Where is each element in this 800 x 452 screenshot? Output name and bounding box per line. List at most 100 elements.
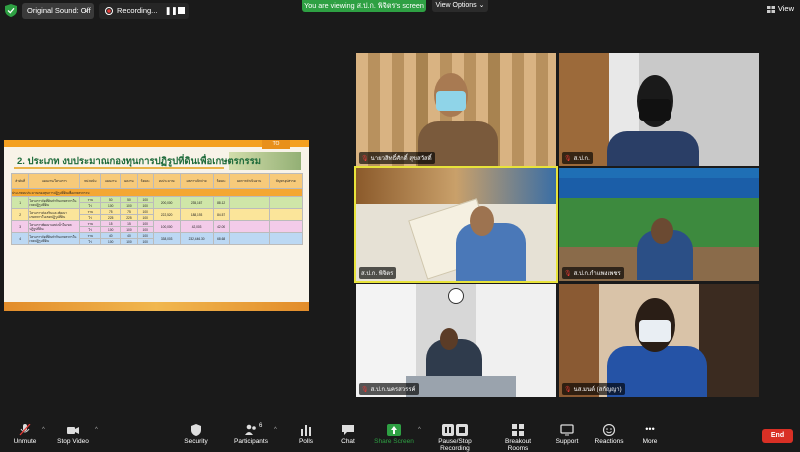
table-cell: 338,003 [152, 232, 181, 245]
table-header-row: ลำดับที่ แผนงาน/โครงการ หน่วยนับ แผนงาน … [10, 173, 304, 189]
table-cell [268, 196, 304, 209]
participants-label: Participants [234, 438, 268, 445]
support-label: Support [555, 438, 579, 445]
chevron-up-icon[interactable]: ^ [95, 427, 98, 433]
reactions-button[interactable]: Reactions [594, 424, 624, 445]
unmute-button[interactable]: Unmute ^ [10, 424, 45, 445]
face-mask [639, 320, 671, 342]
table-cell: ไร่ [79, 238, 102, 245]
table-cell [268, 220, 304, 233]
chat-button[interactable]: Chat [338, 424, 358, 445]
video-tile[interactable]: 🎙 นส.มนต์ (สกัญญา) [559, 284, 759, 397]
view-button[interactable]: View [766, 4, 794, 13]
security-button[interactable]: Security [182, 424, 210, 445]
table-header-cell: แผนงาน/โครงการ [28, 173, 81, 189]
pause-stop-icon [442, 424, 468, 436]
participant-name: 🎙 ส.ป.ก.กำแพงเพชร [562, 267, 624, 279]
chevron-up-icon[interactable]: ^ [42, 427, 45, 433]
table-header-cell: ร้อยละ [212, 173, 230, 189]
polls-label: Polls [298, 438, 314, 445]
table-cell: โครงการพัฒนาแหล่งน้ำในเขตปฏิรูปที่ดิน [28, 220, 81, 233]
table-row: 4 โครงการจัดที่ดินทำกินเกษตรกรในเขตปฏิรูป… [10, 232, 304, 245]
recording-label: Recording... [117, 6, 158, 15]
stop-video-label: Stop Video [57, 438, 89, 445]
recording-indicator: Recording... ❚❚ [99, 3, 189, 19]
slide-divider [14, 167, 224, 169]
table-header-cell: ผลการเบิกจ่าย [179, 173, 214, 189]
table-cell: 188,193 [179, 208, 214, 221]
participant-name: 🎙 นส.มนต์ (สกัญญา) [562, 383, 625, 395]
table-section-label: ประเภทงบประมาณกองทุนการปฏิรูปที่ดินเพื่อ… [11, 188, 303, 197]
table-header-cell: หน่วยนับ [79, 173, 102, 189]
chevron-up-icon[interactable]: ^ [418, 427, 421, 433]
participant-body [607, 131, 699, 166]
table-header-cell: ร้อยละ [136, 173, 154, 189]
shared-screen[interactable]: TO 2. ประเภท งบประมาณกองทุนการปฏิรูปที่ด… [4, 140, 309, 311]
table-row: 2 โครงการส่งเสริมและพัฒนาเกษตรกรในเขตปฏิร… [10, 208, 304, 221]
video-tile[interactable]: 🎙 นายวสิทธิ์ศักดิ์ สุขสวัสดิ์ [356, 53, 556, 166]
grid-view-icon [766, 5, 775, 13]
chat-icon [342, 425, 354, 435]
muted-mic-icon: 🎙 [564, 387, 572, 393]
table-cell: 100,000 [152, 220, 181, 233]
stop-video-button[interactable]: Stop Video ^ [54, 424, 98, 445]
breakout-rooms-button[interactable]: Breakout Rooms [496, 424, 540, 452]
view-options-button[interactable]: View Options ⌄ [432, 0, 488, 12]
slide-tab: TO [262, 140, 290, 149]
table-cell: 4 [10, 232, 30, 245]
table-cell: โครงการจัดที่ดินทำกินเกษตรกรในเขตปฏิรูปท… [28, 232, 81, 245]
original-sound-button[interactable]: Original Sound: Off ⌄ [22, 3, 94, 19]
share-screen-button[interactable]: Share Screen ^ [374, 424, 421, 445]
video-tile[interactable]: 🎙 ส.ป.ก. [559, 53, 759, 166]
table-cell: 42,003 [179, 220, 214, 233]
reactions-icon [602, 424, 616, 436]
table-cell: 84.57 [212, 208, 230, 221]
video-tile-active-speaker[interactable]: ส.ป.ก. พิจิตร [354, 166, 558, 283]
muted-mic-icon: 🎙 [361, 387, 369, 393]
participant-name: 🎙 นายวสิทธิ์ศักดิ์ สุขสวัสดิ์ [359, 152, 435, 164]
video-camera-icon [67, 427, 79, 434]
video-tile[interactable]: 🎙 ส.ป.ก.กำแพงเพชร [559, 168, 759, 281]
more-label: More [642, 438, 658, 445]
table-cell [228, 196, 270, 209]
participant-body [456, 223, 526, 281]
muted-mic-icon: 🎙 [361, 156, 369, 162]
table-cell [228, 232, 270, 245]
participants-count: 6 [259, 423, 263, 429]
shield-icon[interactable] [5, 4, 17, 17]
table-header-cell: แผนงาน [100, 173, 122, 189]
wall-clock [448, 288, 464, 304]
original-sound-label: Original Sound: Off [27, 6, 91, 15]
video-tile[interactable]: 🎙 ส.ป.ก.นครสวรรค์ [356, 284, 556, 397]
table-cell [268, 208, 304, 221]
budget-table: ลำดับที่ แผนงาน/โครงการ หน่วยนับ แผนงาน … [10, 173, 304, 245]
muted-mic-icon: 🎙 [564, 271, 572, 277]
pause-recording-icon[interactable]: ❚❚ [165, 3, 178, 19]
table-cell [228, 208, 270, 221]
breakout-rooms-icon [512, 424, 524, 436]
table-cell: โครงการจัดที่ดินทำกินเกษตรกรในเขตปฏิรูปท… [28, 196, 81, 209]
participant-name: ส.ป.ก. พิจิตร [359, 267, 397, 279]
table-row: 3 โครงการพัฒนาแหล่งน้ำในเขตปฏิรูปที่ดิน รา… [10, 220, 304, 233]
support-button[interactable]: Support [554, 424, 580, 445]
recording-icon [105, 7, 113, 15]
stop-recording-icon[interactable] [178, 7, 185, 14]
table-cell: 3 [10, 220, 30, 233]
table-header-cell: ผลการดำเนินงาน [228, 173, 270, 189]
polls-button[interactable]: Polls [296, 424, 316, 445]
pause-stop-recording-button[interactable]: Pause/Stop Recording [424, 424, 486, 452]
end-meeting-button[interactable]: End [762, 429, 793, 443]
face-mask [436, 91, 466, 111]
chevron-up-icon[interactable]: ^ [274, 427, 277, 433]
table-cell [268, 232, 304, 245]
table-cell: 232,446.30 [179, 232, 214, 245]
more-icon: ••• [645, 424, 655, 434]
slide-footer-bar [4, 302, 309, 311]
muted-mic-icon: 🎙 [564, 156, 572, 162]
office-banner [356, 168, 556, 204]
view-options-label: View Options [435, 2, 477, 9]
more-button[interactable]: ••• More [640, 424, 660, 445]
support-icon [560, 424, 574, 436]
table-header-cell: ผลงาน [120, 173, 138, 189]
participants-button[interactable]: Participants 6 ^ [232, 423, 277, 445]
